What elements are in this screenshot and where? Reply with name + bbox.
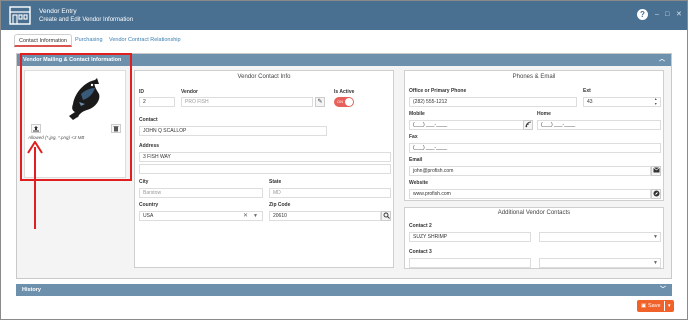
fax-field[interactable]: (___) ___-____ xyxy=(409,143,661,153)
contact3-label: Contact 3 xyxy=(409,249,432,255)
window-title: Vendor Entry xyxy=(39,8,77,15)
send-email-button[interactable] xyxy=(651,166,661,176)
country-label: Country xyxy=(139,202,159,208)
search-icon xyxy=(383,212,390,219)
is-active-toggle[interactable]: ON xyxy=(334,97,354,107)
section-title: Phones & Email xyxy=(512,74,556,80)
city-label: City xyxy=(139,179,149,185)
city-field[interactable]: Barstow xyxy=(139,188,263,198)
save-icon: ▣ xyxy=(641,303,647,309)
save-button[interactable]: ▣ Save ▼ xyxy=(637,300,674,312)
section-title: Additional Vendor Contacts xyxy=(497,210,571,216)
maximize-button[interactable]: □ xyxy=(665,11,669,19)
address-line1-field[interactable]: 3 FISH WAY xyxy=(139,152,391,162)
tab-purchasing[interactable]: Purchasing xyxy=(71,34,107,47)
history-title: History xyxy=(22,287,41,293)
website-label: Website xyxy=(409,180,429,186)
home-phone-field[interactable]: (___) ___-____ xyxy=(537,120,661,130)
sms-button[interactable] xyxy=(523,120,533,130)
fax-label: Fax xyxy=(409,134,418,140)
help-button[interactable]: ? xyxy=(637,9,648,20)
is-active-label: Is Active xyxy=(334,89,355,95)
zip-field[interactable]: 20610 xyxy=(269,211,381,221)
zip-search-button[interactable] xyxy=(381,211,391,221)
chevron-down-icon[interactable]: ▼ xyxy=(667,300,671,312)
ext-field[interactable]: 43 xyxy=(583,97,661,107)
address-line2-field[interactable] xyxy=(139,164,391,174)
state-field[interactable]: MD xyxy=(269,188,391,198)
button-divider xyxy=(664,301,665,311)
id-label: ID xyxy=(139,89,144,95)
compass-icon xyxy=(653,190,659,197)
vendor-label: Vendor xyxy=(181,89,198,95)
edit-vendor-button[interactable]: ✎ xyxy=(315,97,325,107)
additional-contacts-section: Additional Vendor Contacts Contact 2 SUZ… xyxy=(404,207,664,269)
open-website-button[interactable] xyxy=(651,189,661,199)
zip-label: Zip Code xyxy=(269,202,291,208)
vendor-contact-info-section: Vendor Contact Info ID 2 Vendor PRO FISH… xyxy=(134,70,394,268)
website-field[interactable]: www.profish.com xyxy=(409,189,651,199)
tab-contact-information[interactable]: Contact Information xyxy=(14,34,72,47)
ext-label: Ext xyxy=(583,88,591,94)
tab-vendor-contract-relationship[interactable]: Vendor Contract Relationship xyxy=(105,34,185,47)
window-subtitle: Create and Edit Vendor Information xyxy=(39,17,134,23)
minimize-button[interactable]: – xyxy=(655,11,659,19)
office-phone-label: Office or Primary Phone xyxy=(409,88,467,94)
chevron-up-icon[interactable]: ︿ xyxy=(659,54,665,66)
chevron-down-icon[interactable]: ﹀ xyxy=(660,284,666,296)
contact2-label: Contact 2 xyxy=(409,223,432,229)
chevron-down-icon[interactable]: ▼ xyxy=(653,232,658,242)
office-phone-field[interactable]: (282) 555-1212 xyxy=(409,97,577,107)
email-field[interactable]: john@profish.com xyxy=(409,166,651,176)
mobile-field[interactable]: (___) ___-____ xyxy=(409,120,525,130)
envelope-icon xyxy=(652,167,660,173)
close-button[interactable]: ✕ xyxy=(676,11,682,19)
home-label: Home xyxy=(537,111,551,117)
save-label: Save xyxy=(648,303,661,309)
contact3-name-field[interactable] xyxy=(409,258,531,268)
address-label: Address xyxy=(139,143,160,149)
toggle-on-text: ON xyxy=(337,99,343,104)
vendor-app-icon xyxy=(9,6,31,25)
contact3-type-select[interactable] xyxy=(539,258,661,268)
id-field[interactable]: 2 xyxy=(139,97,175,107)
mobile-label: Mobile xyxy=(409,111,425,117)
title-bar: Vendor Entry Create and Edit Vendor Info… xyxy=(1,1,687,30)
state-label: State xyxy=(269,179,282,185)
history-panel-header[interactable]: History ﹀ xyxy=(16,284,672,296)
vendor-field[interactable]: PRO FISH xyxy=(181,97,313,107)
chevron-down-icon[interactable]: ▼ xyxy=(653,258,658,268)
contact-label: Contact xyxy=(139,117,158,123)
annotation-arrow-icon xyxy=(27,141,43,229)
signal-icon xyxy=(525,121,531,128)
contact-field[interactable]: JOHN Q SCALLOP xyxy=(139,126,327,136)
tab-bar: Contact Information Purchasing Vendor Co… xyxy=(14,34,676,47)
section-title: Vendor Contact Info xyxy=(237,74,291,80)
phones-email-section: Phones & Email Office or Primary Phone (… xyxy=(404,70,664,201)
contact2-type-select[interactable] xyxy=(539,232,661,242)
vendor-entry-window: Vendor Entry Create and Edit Vendor Info… xyxy=(0,0,688,320)
clear-country-icon[interactable]: ✕ xyxy=(243,211,248,221)
chevron-down-icon[interactable]: ▼ xyxy=(253,211,258,221)
contact2-name-field[interactable]: SUZY SHRIMP xyxy=(409,232,531,242)
email-label: Email xyxy=(409,157,423,163)
ext-stepper[interactable]: ▲ ▼ xyxy=(654,97,657,107)
toggle-knob xyxy=(345,98,353,106)
